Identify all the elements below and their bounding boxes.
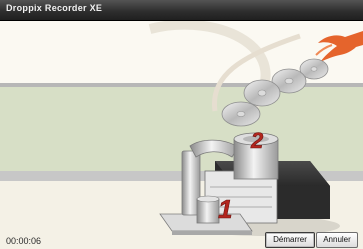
green-band	[0, 87, 363, 171]
divider-line	[0, 83, 363, 87]
disc-icon	[221, 101, 261, 127]
step-number-1: 1	[218, 194, 232, 224]
recorder-window: Droppix Recorder XE 1 2 00:00:06 Démarre…	[0, 0, 363, 249]
recording-illustration: 1 2	[0, 21, 363, 249]
step-number-2: 2	[250, 128, 264, 153]
disc-icon	[243, 79, 281, 107]
window-title: Droppix Recorder XE	[6, 3, 103, 13]
start-button[interactable]: Démarrer	[265, 232, 315, 248]
elapsed-time: 00:00:06	[6, 236, 42, 246]
title-bar[interactable]: Droppix Recorder XE	[0, 0, 363, 21]
cancel-button[interactable]: Annuler	[316, 232, 358, 248]
